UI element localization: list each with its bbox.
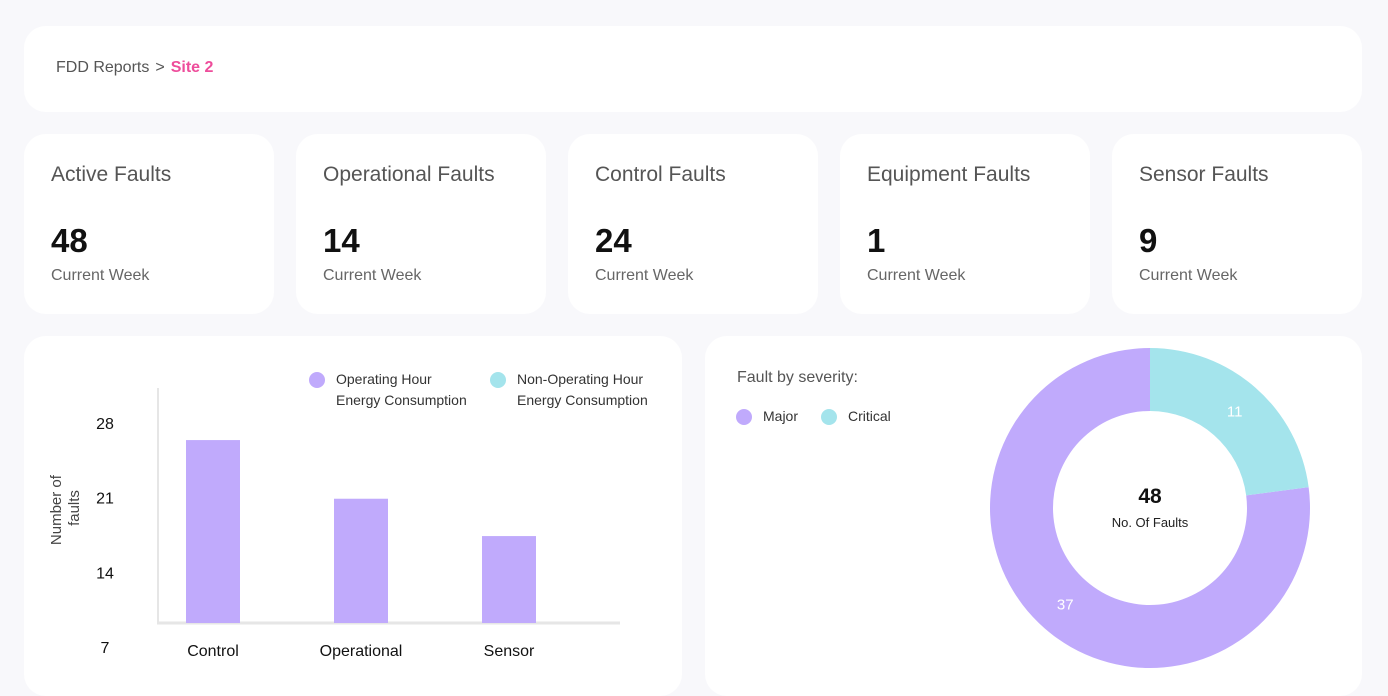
bar-control[interactable]: [186, 440, 240, 623]
breadcrumb-separator: >: [155, 59, 165, 76]
stat-card-control-faults[interactable]: Control Faults 24 Current Week: [568, 134, 818, 314]
stat-value: 14: [323, 222, 360, 259]
bar-chart: Number of faults 7 14 21 28 Control Operatio…: [48, 388, 620, 660]
y-tick-label: 28: [96, 416, 114, 433]
y-axis-label: Number of faults: [48, 471, 83, 545]
stat-subtitle: Current Week: [1139, 267, 1238, 284]
stat-subtitle: Current Week: [323, 267, 422, 284]
stat-value: 9: [1139, 222, 1158, 259]
breadcrumb-current: Site 2: [170, 59, 214, 76]
stat-card-active-faults[interactable]: Active Faults 48 Current Week: [24, 134, 274, 314]
stat-title: Sensor Faults: [1139, 163, 1269, 186]
breadcrumb: FDD Reports > Site 2: [56, 59, 213, 77]
donut-slice-value: 37: [1057, 597, 1074, 614]
donut-chart: 37 11 48 No. Of Faults: [990, 348, 1310, 668]
stat-value: 1: [867, 222, 886, 259]
y-tick-label: 14: [96, 565, 114, 582]
donut-chart-card: Fault by severity: Major Critical 37 11 4…: [705, 336, 1362, 696]
x-tick-label: Control: [187, 643, 239, 660]
donut-center-label: No. Of Faults: [1112, 515, 1189, 530]
stat-card-sensor-faults[interactable]: Sensor Faults 9 Current Week: [1112, 134, 1362, 314]
donut-center-value: 48: [1138, 485, 1162, 508]
stat-subtitle: Current Week: [867, 267, 966, 284]
bar-sensor[interactable]: [482, 536, 536, 623]
stat-value: 24: [595, 222, 632, 259]
x-tick-label: Operational: [320, 643, 403, 660]
y-tick-label: 7: [101, 640, 110, 657]
bar-operational[interactable]: [334, 498, 388, 623]
stat-title: Active Faults: [51, 163, 172, 186]
x-tick-label: Sensor: [484, 643, 535, 660]
breadcrumb-card: FDD Reports > Site 2: [24, 26, 1362, 112]
stat-title: Control Faults: [595, 163, 726, 186]
stat-card-operational-faults[interactable]: Operational Faults 14 Current Week: [296, 134, 546, 314]
donut-slice-value: 11: [1227, 403, 1243, 420]
stat-value: 48: [51, 222, 88, 259]
stat-title: Equipment Faults: [867, 163, 1031, 186]
breadcrumb-root-link[interactable]: FDD Reports: [56, 59, 149, 76]
y-axis-label-line2: faults: [66, 490, 83, 526]
y-axis-label-line1: Number of: [48, 474, 65, 545]
stat-subtitle: Current Week: [51, 267, 150, 284]
donut-slice-critical[interactable]: [1150, 348, 1309, 496]
stat-subtitle: Current Week: [595, 267, 694, 284]
stat-card-equipment-faults[interactable]: Equipment Faults 1 Current Week: [840, 134, 1090, 314]
y-tick-label: 21: [96, 491, 114, 508]
bar-chart-card: Operating Hour Energy Consumption Non-Op…: [24, 336, 682, 696]
stat-title: Operational Faults: [323, 163, 495, 186]
